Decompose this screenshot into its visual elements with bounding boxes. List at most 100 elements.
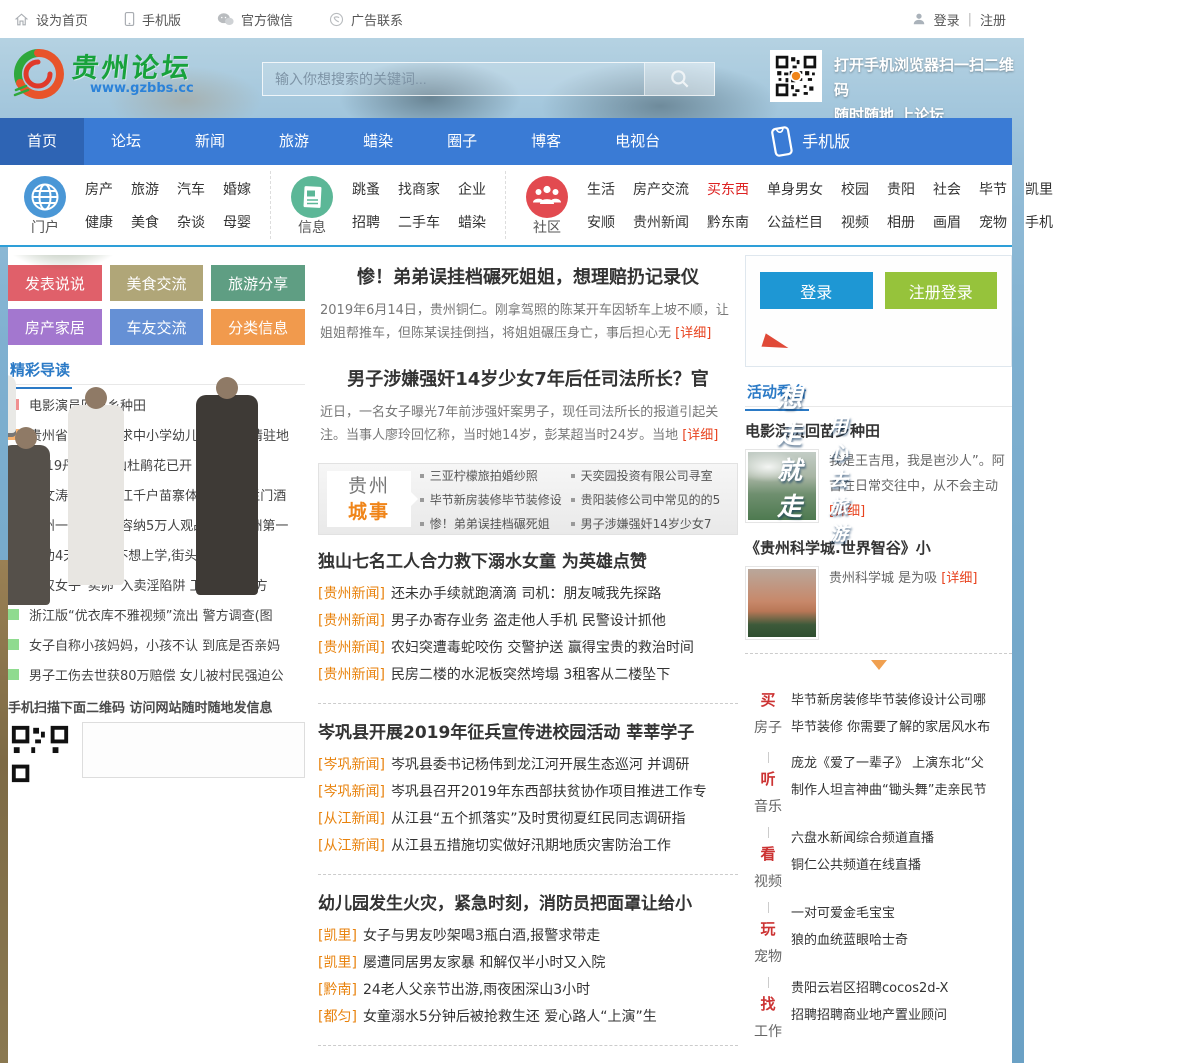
category-link[interactable]: 单身男女 <box>767 179 823 199</box>
quick-link[interactable]: 招聘招聘商业地产置业顾问 <box>791 1002 1012 1029</box>
category-link[interactable]: 贵阳 <box>887 179 915 199</box>
category-link[interactable]: 宠物 <box>979 212 1007 232</box>
category-link[interactable]: 房产 <box>85 179 113 199</box>
login-button[interactable]: 登录 <box>760 272 873 309</box>
category-link[interactable]: 汽车 <box>177 179 205 199</box>
register-link[interactable]: 注册 <box>980 10 1006 29</box>
digest-item[interactable]: 贵州省教育厅要求中小学幼儿园保安要请驻地 <box>8 419 305 449</box>
activity-thumbnail[interactable] <box>745 566 819 640</box>
login-link[interactable]: 登录 <box>934 10 960 29</box>
digest-item[interactable]: 贵州一斗牛场可容纳5万人观战 堪称亚洲第一 <box>8 509 305 539</box>
quick-link[interactable]: 毕节装修 你需要了解的家居风水布 <box>791 714 1012 741</box>
category-link[interactable]: 凯里 <box>1025 179 1053 199</box>
digest-item[interactable]: 女子自称小孩妈妈，小孩不认 到底是否亲妈 <box>8 629 305 659</box>
city-link[interactable]: 天奕园投资有限公司寻室 <box>571 467 721 484</box>
register-button[interactable]: 注册登录 <box>885 272 998 309</box>
travel-share-button[interactable]: 旅游分享 <box>211 265 305 301</box>
city-link[interactable]: 三亚柠檬旅拍婚纱照 <box>420 467 562 484</box>
section-title[interactable]: 岑巩县开展2019年征兵宣传进校园活动 莘莘学子 <box>318 718 738 743</box>
category-link[interactable]: 蜡染 <box>458 212 486 232</box>
nav-travel[interactable]: 旅游 <box>252 118 336 165</box>
category-link[interactable]: 安顺 <box>587 212 615 232</box>
article-title[interactable]: 惨！弟弟误挂档碾死姐姐，想理赔扔记录仪 <box>318 263 738 289</box>
category-link[interactable]: 招聘 <box>352 212 380 232</box>
news-link[interactable]: [黔南]24老人父亲节出游,雨夜困深山3小时 <box>318 975 738 1002</box>
category-link[interactable]: 社会 <box>933 179 961 199</box>
classified-button[interactable]: 分类信息 <box>211 309 305 345</box>
city-link[interactable]: 男子涉嫌强奸14岁少女7 <box>571 515 721 532</box>
category-link[interactable]: 企业 <box>458 179 486 199</box>
news-link[interactable]: [岑巩新闻]岑巩县委书记杨伟到龙江河开展生态巡河 并调研 <box>318 750 738 777</box>
digest-item[interactable]: 已劝4天！萌娃不想上学,街头狂耍赖 <box>8 539 305 569</box>
detail-link[interactable]: [详细] <box>675 326 711 341</box>
site-logo[interactable]: 贵州论坛 www.gzbbs.cc <box>10 46 194 102</box>
news-link[interactable]: [贵州新闻]男子办寄存业务 盗走他人手机 民警设计抓他 <box>318 606 738 633</box>
mobile-version-link[interactable]: 手机版 <box>124 10 181 29</box>
category-link[interactable]: 美食 <box>131 212 159 232</box>
quick-link[interactable]: 毕节新房装修毕节装修设计公司哪 <box>791 687 1012 714</box>
search-input[interactable] <box>263 63 644 95</box>
ad-contact-link[interactable]: 广告联系 <box>329 10 403 29</box>
category-link-hot[interactable]: 买东西 <box>707 179 749 199</box>
news-link[interactable]: [从江新闻]从江县“五个抓落实”及时贯彻夏红民同志调研指 <box>318 804 738 831</box>
nav-news[interactable]: 新闻 <box>168 118 252 165</box>
nav-mobile-version[interactable]: 手机版 <box>751 118 870 165</box>
news-link[interactable]: [贵州新闻]农妇突遭毒蛇咬伤 交警护送 赢得宝贵的救治时间 <box>318 633 738 660</box>
quick-link[interactable]: 六盘水新闻综合频道直播 <box>791 825 1012 852</box>
quick-link[interactable]: 贵阳云岩区招聘cocos2d-X <box>791 975 1012 1002</box>
category-link[interactable]: 跳蚤 <box>352 179 380 199</box>
detail-link[interactable]: [详细] <box>941 571 977 586</box>
category-link[interactable]: 婚嫁 <box>223 179 251 199</box>
nav-forum[interactable]: 论坛 <box>84 118 168 165</box>
set-home-link[interactable]: 设为首页 <box>14 10 88 29</box>
quick-link[interactable]: 铜仁公共频道在线直播 <box>791 852 1012 879</box>
news-link[interactable]: [从江新闻]从江县五措施切实做好汛期地质灾害防治工作 <box>318 831 738 858</box>
news-link[interactable]: [贵州新闻]民房二楼的水泥板突然垮塌 3租客从二楼坠下 <box>318 660 738 687</box>
news-link[interactable]: [凯里]女子与男友吵架喝3瓶白酒,报警求带走 <box>318 921 738 948</box>
digest-item[interactable]: 武汉女子“卖卵”入卖淫陷阱 卫计委和警方 <box>8 569 305 599</box>
nav-tv[interactable]: 电视台 <box>588 118 687 165</box>
category-link[interactable]: 杂谈 <box>177 212 205 232</box>
city-link[interactable]: 惨！弟弟误挂档碾死姐 <box>420 515 562 532</box>
nav-home[interactable]: 首页 <box>0 118 84 165</box>
nav-circles[interactable]: 圈子 <box>420 118 504 165</box>
category-link[interactable]: 找商家 <box>398 179 440 199</box>
home-forum-button[interactable]: 房产家居 <box>8 309 102 345</box>
news-link[interactable]: [贵州新闻]还未办手续就跑滴滴 司机：朋友喊我先探路 <box>318 579 738 606</box>
category-link[interactable]: 毕节 <box>979 179 1007 199</box>
category-link[interactable]: 旅游 <box>131 179 159 199</box>
category-link[interactable]: 手机 <box>1025 212 1053 232</box>
category-link[interactable]: 校园 <box>841 179 869 199</box>
city-link[interactable]: 贵阳装修公司中常见的的5 <box>571 491 721 508</box>
news-link[interactable]: [岑巩新闻]岑巩县召开2019年东西部扶贫协作项目推进工作专 <box>318 777 738 804</box>
quick-link[interactable]: 狼的血统蓝眼哈士奇 <box>791 927 1012 954</box>
digest-item[interactable]: 窦文涛马家辉西江千户苗寨体验12道“拦门酒 <box>8 479 305 509</box>
article-title[interactable]: 男子涉嫌强奸14岁少女7年后任司法所长？官 <box>318 365 738 391</box>
category-link[interactable]: 视频 <box>841 212 869 232</box>
digest-item[interactable]: 2019丹寨龙泉山杜鹃花已开 <box>8 449 305 479</box>
category-link[interactable]: 相册 <box>887 212 915 232</box>
quick-link[interactable]: 一对可爱金毛宝宝 <box>791 900 1012 927</box>
news-link[interactable]: [都匀]女童溺水5分钟后被抢救生还 爱心路人“上演”生 <box>318 1002 738 1029</box>
category-link[interactable]: 母婴 <box>223 212 251 232</box>
category-link[interactable]: 健康 <box>85 212 113 232</box>
category-link[interactable]: 贵州新闻 <box>633 212 689 232</box>
nav-batik[interactable]: 蜡染 <box>336 118 420 165</box>
category-link[interactable]: 生活 <box>587 179 615 199</box>
digest-item[interactable]: 浙江版“优衣库不雅视频”流出 警方调查(图 <box>8 599 305 629</box>
category-link[interactable]: 房产交流 <box>633 179 689 199</box>
category-link[interactable]: 画眉 <box>933 212 961 232</box>
nav-blog[interactable]: 博客 <box>504 118 588 165</box>
category-link[interactable]: 黔东南 <box>707 212 749 232</box>
news-link[interactable]: [凯里]屡遭同居男友家暴 和解仅半小时又入院 <box>318 948 738 975</box>
category-link[interactable]: 公益栏目 <box>767 212 823 232</box>
detail-link[interactable]: [详细] <box>682 428 718 443</box>
wechat-link[interactable]: 官方微信 <box>217 10 293 29</box>
section-title[interactable]: 独山七名工人合力救下溺水女童 为英雄点赞 <box>318 547 738 572</box>
digest-item[interactable]: 电影演员回苗乡种田 <box>8 389 305 419</box>
activity-item-title[interactable]: 《贵州科学城.世界智谷》小 <box>745 537 1012 558</box>
section-title[interactable]: 幼儿园发生火灾，紧急时刻，消防员把面罩让给小 <box>318 889 738 914</box>
car-forum-button[interactable]: 车友交流 <box>110 309 204 345</box>
category-link[interactable]: 二手车 <box>398 212 440 232</box>
search-button[interactable] <box>644 63 714 95</box>
